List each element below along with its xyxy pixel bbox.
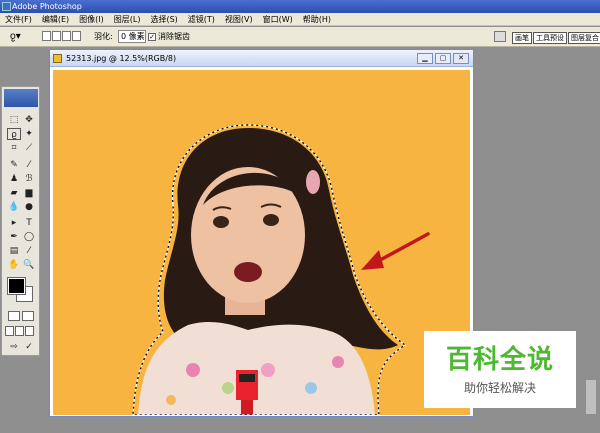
- magic-wand-tool-icon[interactable]: ✦: [22, 128, 36, 140]
- window-controls: ▁ ▢ ✕: [417, 53, 469, 64]
- watermark-subtitle: 助你轻松解决: [463, 381, 536, 395]
- feather-input[interactable]: 0 像素: [118, 30, 146, 43]
- lasso-tool-preset-icon[interactable]: ჹ▾: [10, 30, 30, 44]
- palette-tab-brushes[interactable]: 画笔: [512, 32, 532, 44]
- microphone-grille: [239, 374, 255, 382]
- menu-file[interactable]: 文件(F): [0, 13, 37, 25]
- app-title: Adobe Photoshop: [12, 2, 82, 11]
- dress-flower: [305, 382, 317, 394]
- brush-palette-icon[interactable]: [494, 31, 506, 42]
- right-eye: [263, 214, 279, 226]
- screen-mode-full-icon[interactable]: [25, 326, 34, 336]
- slice-tool-icon[interactable]: ⟋: [22, 142, 36, 154]
- dodge-tool-icon[interactable]: ●: [22, 201, 36, 213]
- palette-well: 画笔 工具预设 图层复合: [512, 32, 600, 44]
- feather-label: 羽化:: [94, 32, 113, 41]
- document-title-bar[interactable]: 52313.jpg @ 12.5%(RGB/8) ▁ ▢ ✕: [50, 50, 473, 67]
- clone-stamp-icon[interactable]: ♟: [7, 173, 21, 185]
- jump-to-imageready-icon[interactable]: ⇨: [7, 341, 21, 353]
- document-title: 52313.jpg @ 12.5%(RGB/8): [66, 54, 177, 63]
- maximize-button[interactable]: ▢: [435, 53, 451, 64]
- antialias-checkbox[interactable]: ✓: [148, 33, 156, 41]
- open-mouth: [234, 262, 262, 282]
- zoom-tool-icon[interactable]: 🔍: [22, 259, 36, 271]
- menu-select[interactable]: 选择(S): [145, 13, 182, 25]
- document-window: 52313.jpg @ 12.5%(RGB/8) ▁ ▢ ✕: [49, 49, 474, 417]
- eraser-tool-icon[interactable]: ▰: [7, 187, 21, 199]
- antialias-label: 消除锯齿: [158, 32, 190, 41]
- dress-flower: [186, 363, 200, 377]
- menu-window[interactable]: 窗口(W): [258, 13, 298, 25]
- foreground-color-swatch[interactable]: [7, 277, 26, 295]
- watermark-badge: 百科全说 助你轻松解决: [424, 331, 576, 408]
- menu-bar: 文件(F) 编辑(E) 图像(I) 图层(L) 选择(S) 滤镜(T) 视图(V…: [0, 13, 600, 26]
- healing-brush-icon[interactable]: ✎: [7, 159, 21, 171]
- workspace-scroll-indicator: [586, 380, 596, 414]
- dress-flower: [332, 356, 344, 368]
- selection-mode-group: [42, 31, 81, 41]
- minimize-button[interactable]: ▁: [417, 53, 433, 64]
- toolbox-feather-logo: [4, 89, 38, 107]
- new-selection-icon[interactable]: [42, 31, 51, 41]
- photoshop-logo-icon: [2, 2, 11, 11]
- crop-tool-icon[interactable]: ⌗: [7, 142, 21, 154]
- document-icon: [53, 54, 62, 63]
- app-title-bar: Adobe Photoshop: [0, 0, 600, 13]
- hair-clip: [306, 170, 320, 194]
- move-tool-icon[interactable]: ✥: [22, 114, 36, 126]
- eyedropper-tool-icon[interactable]: ⁄: [22, 245, 36, 257]
- menu-help[interactable]: 帮助(H): [298, 13, 336, 25]
- watermark-title: 百科全说: [445, 345, 554, 375]
- toolbox: ⬚ ✥ ϱ ✦ ⌗ ⟋ ✎ ⁄ ♟ ℬ ▰ ▆ 💧 ● ▸ T ✒ ◯ ▤ ⁄ …: [1, 86, 40, 356]
- dress-flower: [166, 395, 176, 405]
- image-canvas[interactable]: [53, 70, 470, 415]
- screen-mode-full-menu-icon[interactable]: [15, 326, 24, 336]
- shape-tool-icon[interactable]: ◯: [22, 231, 36, 243]
- history-brush-icon[interactable]: ℬ: [22, 173, 36, 185]
- pen-tool-icon[interactable]: ✒: [7, 231, 21, 243]
- brush-tool-icon[interactable]: ⁄: [22, 159, 36, 171]
- left-eye: [213, 216, 229, 228]
- palette-tab-layer-comps[interactable]: 图层复合: [568, 32, 600, 44]
- subtract-selection-icon[interactable]: [62, 31, 71, 41]
- menu-edit[interactable]: 编辑(E): [37, 13, 74, 25]
- options-bar: ჹ▾ 羽化: 0 像素 ✓ 消除锯齿 画笔 工具预设 图层复合: [0, 27, 600, 47]
- quick-mask-mode-icon[interactable]: [22, 311, 34, 321]
- standard-mode-icon[interactable]: [8, 311, 20, 321]
- hand-tool-icon[interactable]: ✋: [7, 259, 21, 271]
- close-button[interactable]: ✕: [453, 53, 469, 64]
- notes-tool-icon[interactable]: ▤: [7, 245, 21, 257]
- blur-tool-icon[interactable]: 💧: [7, 201, 21, 213]
- type-tool-icon[interactable]: T: [22, 217, 36, 229]
- marquee-tool-icon[interactable]: ⬚: [7, 114, 21, 126]
- screen-mode-standard-icon[interactable]: [5, 326, 14, 336]
- dress-flower: [261, 363, 275, 377]
- palette-tab-tool-presets[interactable]: 工具预设: [533, 32, 567, 44]
- photo-illustration: [53, 70, 470, 415]
- menu-view[interactable]: 视图(V): [220, 13, 258, 25]
- add-selection-icon[interactable]: [52, 31, 61, 41]
- jump-icon[interactable]: ✓: [22, 341, 36, 353]
- gradient-tool-icon[interactable]: ▆: [22, 187, 36, 199]
- microphone-handle: [241, 400, 253, 415]
- antialias-option[interactable]: ✓ 消除锯齿: [148, 31, 190, 43]
- menu-image[interactable]: 图像(I): [74, 13, 109, 25]
- path-selection-icon[interactable]: ▸: [7, 217, 21, 229]
- lasso-tool-icon[interactable]: ϱ: [7, 128, 21, 140]
- dress-flower: [222, 382, 234, 394]
- menu-filter[interactable]: 滤镜(T): [183, 13, 220, 25]
- menu-layer[interactable]: 图层(L): [109, 13, 146, 25]
- intersect-selection-icon[interactable]: [72, 31, 81, 41]
